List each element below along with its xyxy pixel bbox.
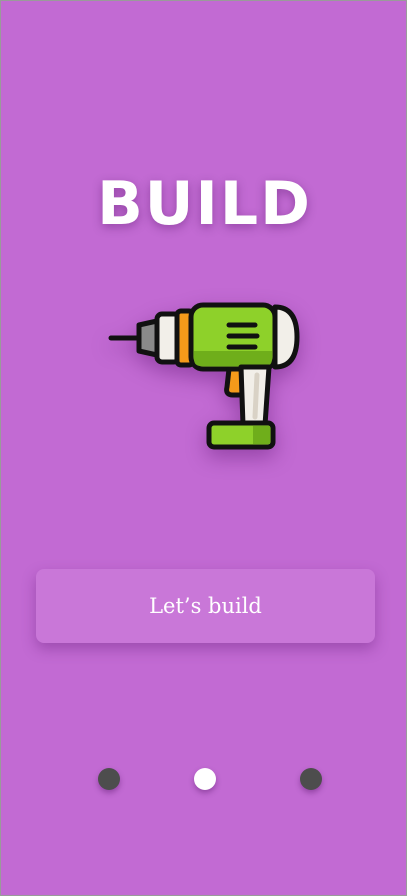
page-dot-3[interactable] — [300, 768, 322, 790]
page-dot-2-active[interactable] — [194, 768, 216, 790]
pagination-dots — [1, 768, 407, 792]
power-drill-icon — [99, 291, 319, 471]
onboarding-screen: BUILD Let’s build — [0, 0, 407, 896]
page-dot-1[interactable] — [98, 768, 120, 790]
page-title: BUILD — [97, 169, 312, 239]
lets-build-button[interactable]: Let’s build — [36, 569, 375, 643]
